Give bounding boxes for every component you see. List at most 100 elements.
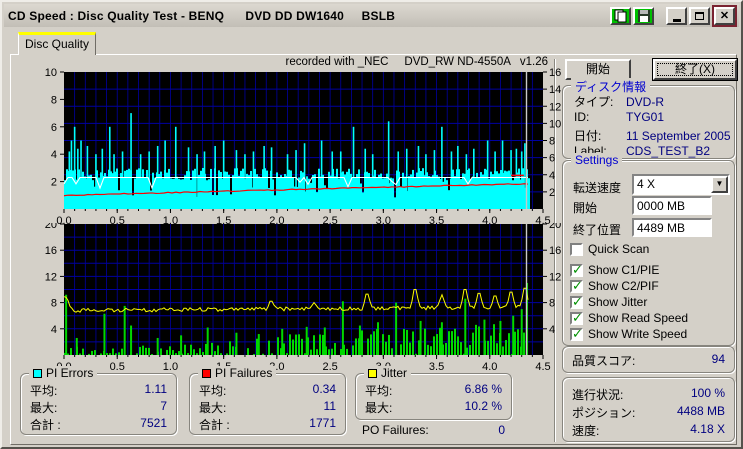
stat-row: 合計 :1771 <box>199 416 336 432</box>
pi-errors-legend: PI Errors <box>29 366 98 380</box>
svg-text:16: 16 <box>549 245 561 257</box>
svg-text:12: 12 <box>549 101 561 113</box>
show-jitter-checkbox-row[interactable]: Show Jitter <box>570 294 647 310</box>
settings-title: Settings <box>571 153 623 167</box>
quality-score-row: 品質スコア: 94 <box>572 352 725 369</box>
progress-row: 速度: 4.18 X <box>572 422 725 438</box>
pi-errors-legend-label: PI Errors <box>46 366 94 380</box>
pi-failures-legend: PI Failures <box>198 366 277 380</box>
svg-text:8: 8 <box>51 298 57 310</box>
svg-text:3.5: 3.5 <box>429 361 444 371</box>
svg-text:8: 8 <box>549 136 555 148</box>
stat-row: 最大: 11 <box>199 399 336 415</box>
jitter-legend: Jitter <box>364 366 412 380</box>
po-failures-value: 0 <box>498 423 505 437</box>
progress-row: 進行状況: 100 % <box>572 386 725 402</box>
start-button[interactable]: 開始 <box>565 59 631 80</box>
exit-button[interactable]: 終了(X) <box>653 59 737 80</box>
svg-text:12: 12 <box>549 271 561 283</box>
show-c2-pif-checkbox-row[interactable]: Show C2/PIF <box>570 278 659 294</box>
maximize-icon <box>695 11 704 20</box>
po-failures-row: PO Failures: 0 <box>355 423 512 437</box>
quality-score-panel: 品質スコア: 94 <box>562 346 735 373</box>
stat-row: 平均: 0.34 <box>199 382 336 398</box>
titlebar[interactable]: CD Speed : Disc Quality Test - BENQ DVD … <box>4 4 739 27</box>
copy-report-button[interactable] <box>610 6 631 25</box>
disc-info-row: ID: TYG01 <box>574 110 665 124</box>
quick-scan-checkbox-row[interactable]: Quick Scan <box>570 242 649 256</box>
svg-text:4.5: 4.5 <box>535 361 550 371</box>
stat-row: 合計 :7521 <box>30 416 167 432</box>
save-button[interactable] <box>633 6 654 25</box>
speed-combobox-value: 4 X <box>634 176 711 193</box>
jitter-stats-panel: Jitter 平均: 6.86 % 最大: 10.2 % <box>355 366 512 420</box>
show-read-speed-checkbox[interactable] <box>570 310 583 326</box>
maximize-button[interactable] <box>689 6 710 25</box>
progress-panel: 進行状況: 100 % ポジション: 4488 MB 速度: 4.18 X <box>562 377 735 442</box>
window-title: CD Speed : Disc Quality Test - BENQ DVD … <box>8 8 396 23</box>
pi-failures-chart: 0.00.51.01.52.02.53.03.54.04.54812162048… <box>45 223 562 371</box>
disc-info-row: タイプ: DVD-R <box>574 95 664 109</box>
svg-text:16: 16 <box>45 245 57 257</box>
show-c1-pie-label: Show C1/PIE <box>588 263 660 277</box>
stat-row: 平均: 6.86 % <box>365 382 502 398</box>
start-position-label: 開始 <box>573 201 598 215</box>
pi-failures-legend-label: PI Failures <box>215 366 273 380</box>
show-c2-pif-label: Show C2/PIF <box>588 279 659 293</box>
show-c1-pie-checkbox[interactable] <box>570 262 583 278</box>
jitter-legend-label: Jitter <box>381 366 408 380</box>
svg-text:10: 10 <box>45 68 57 79</box>
chart-subtitle: recorded with _NEC DVD_RW ND-4550A v1.26 <box>285 56 548 68</box>
svg-text:12: 12 <box>45 271 57 283</box>
tab-disc-quality[interactable]: Disc Quality <box>18 32 96 55</box>
show-read-speed-label: Show Read Speed <box>588 311 689 325</box>
show-write-speed-label: Show Write Speed <box>588 327 688 341</box>
show-read-speed-checkbox-row[interactable]: Show Read Speed <box>570 310 689 326</box>
start-position-input[interactable] <box>632 196 712 215</box>
pi-errors-chart: 0.0 0.5 1.0 1.5 2.0 2.5 3.0 3.5 4.0 4.52468102468… <box>45 68 562 226</box>
svg-text:4: 4 <box>51 149 57 161</box>
svg-text:4: 4 <box>549 324 555 336</box>
show-c2-pif-checkbox[interactable] <box>570 278 583 294</box>
show-write-speed-checkbox-row[interactable]: Show Write Speed <box>570 326 688 342</box>
speed-combobox[interactable]: 4 X ▼ <box>632 174 730 195</box>
svg-text:6: 6 <box>51 122 57 134</box>
disc-info-panel: ディスク情報 タイプ: DVD-R ID: TYG01 日付: 11 Septembe… <box>562 78 735 159</box>
svg-text:14: 14 <box>549 84 561 96</box>
show-jitter-checkbox[interactable] <box>570 294 583 310</box>
svg-text:8: 8 <box>51 94 57 106</box>
minimize-button[interactable] <box>666 6 687 25</box>
progress-row: ポジション: 4488 MB <box>572 404 725 420</box>
svg-text:4: 4 <box>51 324 57 336</box>
jitter-color-swatch <box>368 368 377 378</box>
quality-score-value: 94 <box>711 352 725 366</box>
stat-row: 平均: 1.11 <box>30 382 167 398</box>
pi-errors-stats-panel: PI Errors 平均: 1.11 最大: 7 合計 :7521 <box>20 366 177 435</box>
quick-scan-label: Quick Scan <box>588 242 650 256</box>
quick-scan-checkbox[interactable] <box>570 242 583 256</box>
show-write-speed-checkbox[interactable] <box>570 326 583 342</box>
minimize-icon <box>672 18 681 22</box>
tab-label: Disc Quality <box>24 37 89 51</box>
svg-text:20: 20 <box>549 223 561 231</box>
svg-text:2: 2 <box>51 177 57 189</box>
svg-text:4.0: 4.0 <box>482 361 497 371</box>
pi-failures-stats-panel: PI Failures 平均: 0.34 最大: 11 合計 :1771 <box>189 366 346 435</box>
show-c1-pie-checkbox-row[interactable]: Show C1/PIE <box>570 262 660 278</box>
svg-text:2.5: 2.5 <box>322 361 337 371</box>
svg-text:10: 10 <box>549 118 561 130</box>
end-position-input[interactable] <box>632 218 712 237</box>
stat-row: 最大: 7 <box>30 399 167 415</box>
copy-icon <box>614 9 627 22</box>
chevron-down-icon[interactable]: ▼ <box>711 176 728 193</box>
close-button[interactable]: ✕ <box>714 6 735 25</box>
svg-text:8: 8 <box>549 298 555 310</box>
po-failures-label: PO Failures: <box>362 423 429 437</box>
pi-errors-color-swatch <box>33 368 42 378</box>
svg-text:16: 16 <box>549 68 561 79</box>
stat-row: 最大: 10.2 % <box>365 399 502 415</box>
end-position-label: 終了位置 <box>573 223 622 237</box>
svg-text:1.0: 1.0 <box>163 361 178 371</box>
app-window: CD Speed : Disc Quality Test - BENQ DVD … <box>0 0 743 449</box>
quality-score-label: 品質スコア: <box>572 354 636 368</box>
